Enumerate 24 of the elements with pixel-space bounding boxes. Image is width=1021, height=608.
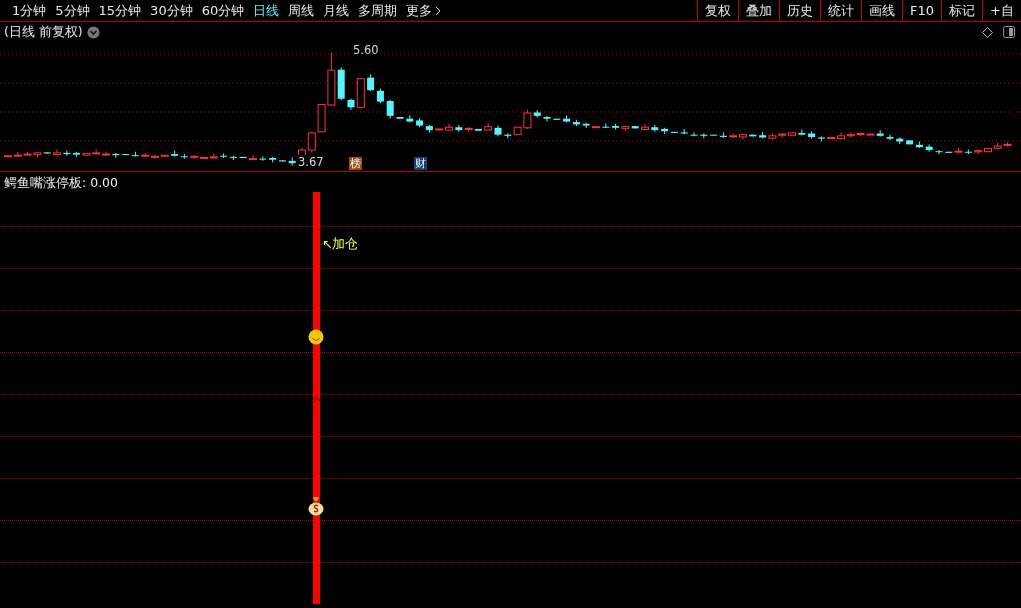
low-price-label: 3.67 — [297, 155, 325, 169]
period-tab[interactable]: 多周期 — [358, 1, 398, 20]
high-price-label: 5.60 — [352, 43, 380, 57]
period-tab[interactable]: 月线 — [323, 1, 350, 20]
period-tab[interactable]: 日线 — [253, 1, 280, 20]
dropdown-icon[interactable] — [86, 25, 100, 39]
chevron-icon — [435, 5, 442, 16]
period-tab[interactable]: 周线 — [288, 1, 315, 20]
signal-label: ↖加仓 — [322, 236, 359, 253]
period-tab[interactable]: 15分钟 — [98, 1, 142, 20]
event-marker[interactable]: 榜 — [349, 157, 362, 170]
more-button[interactable]: 更多 — [406, 1, 442, 20]
period-tab[interactable]: 60分钟 — [201, 1, 245, 20]
event-marker[interactable]: 财 — [414, 157, 427, 170]
period-tab[interactable]: 5分钟 — [55, 1, 90, 20]
indicator-label: 鳄鱼嘴涨停板: 0.00 — [4, 175, 119, 192]
period-tab[interactable]: 30分钟 — [150, 1, 193, 20]
period-tab[interactable]: 1分钟 — [12, 1, 47, 20]
diamond-icon[interactable] — [982, 26, 993, 38]
smiley-icon — [308, 329, 324, 345]
up-arrow-icon — [312, 394, 321, 401]
panel-toggle-icon[interactable] — [1003, 26, 1015, 38]
chart-title: (日线 前复权) — [4, 23, 83, 41]
money-bag-icon — [308, 496, 324, 516]
